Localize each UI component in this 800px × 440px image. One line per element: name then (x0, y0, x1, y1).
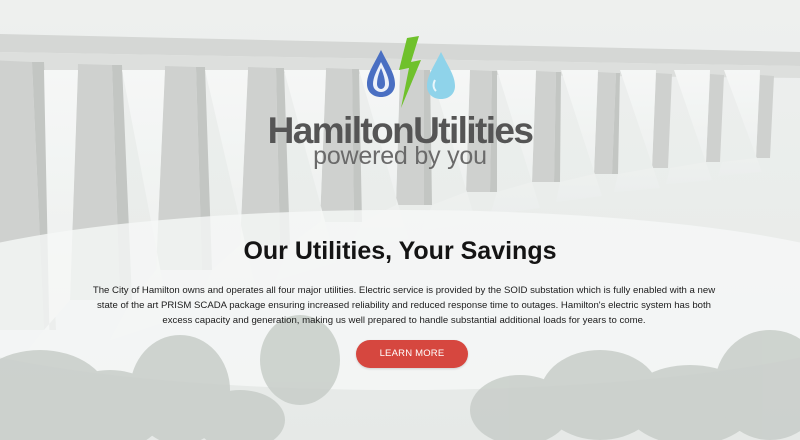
water-drop-icon (427, 52, 455, 99)
learn-more-button[interactable]: LEARN MORE (356, 340, 468, 368)
lightning-bolt-icon (399, 36, 421, 108)
water-drop-icon (367, 50, 395, 97)
hamilton-utilities-logo[interactable]: HamiltonUtilities powered by you (0, 34, 800, 174)
hero-section: HamiltonUtilities powered by you Our Uti… (0, 0, 800, 440)
hero-headline: Our Utilities, Your Savings (243, 237, 557, 265)
logo-icons (367, 36, 455, 108)
logo-tagline: powered by you (313, 142, 487, 170)
hero-paragraph: The City of Hamilton owns and operates a… (92, 285, 716, 326)
